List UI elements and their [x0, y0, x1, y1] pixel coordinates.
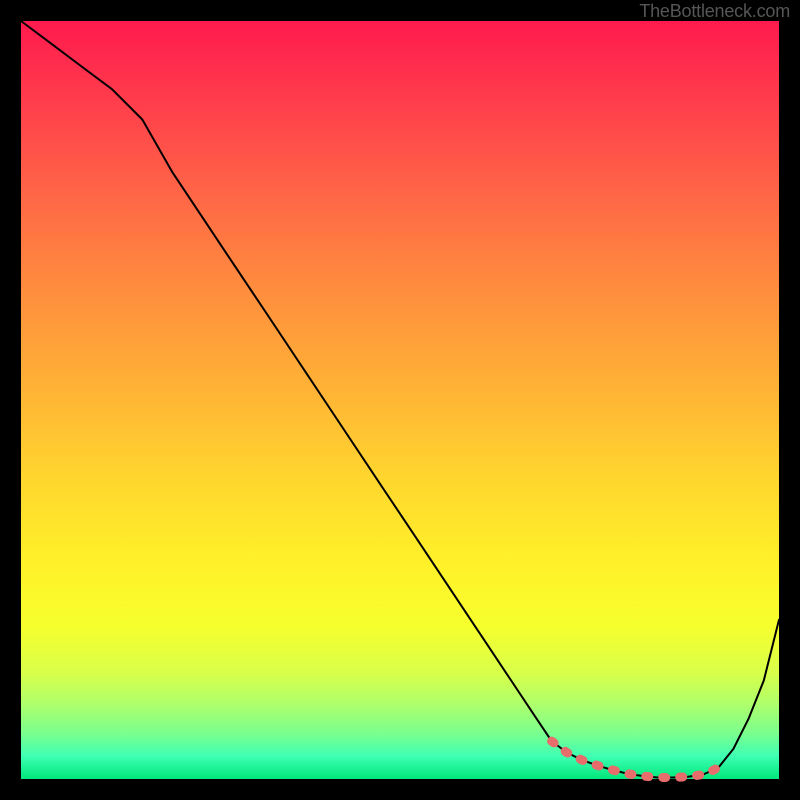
- plot-gradient-background: [21, 21, 779, 779]
- chart-container: TheBottleneck.com: [0, 0, 800, 800]
- watermark-text: TheBottleneck.com: [639, 1, 790, 22]
